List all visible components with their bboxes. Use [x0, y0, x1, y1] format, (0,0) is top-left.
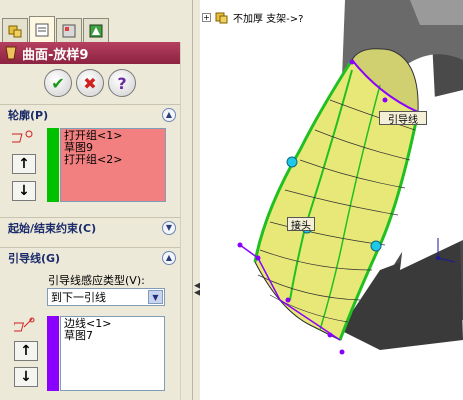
tab-configuration-manager[interactable]: [56, 18, 82, 42]
profile-selection-icon: [9, 130, 34, 147]
influence-type-select[interactable]: 到下一引线 ▼: [47, 288, 165, 306]
tab-property-manager[interactable]: [29, 16, 55, 42]
list-item[interactable]: 打开组<2>: [64, 154, 162, 166]
collapse-up-icon[interactable]: ▲: [162, 107, 176, 122]
influence-type-label: 引导线感应类型(V):: [48, 274, 145, 287]
profile-section-header[interactable]: 轮廓(P) ▲: [0, 104, 180, 124]
start-end-section-title: 起始/结束约束(C): [8, 221, 97, 235]
ok-button[interactable]: ✔: [44, 69, 72, 97]
guide-callout[interactable]: 引导线: [379, 111, 427, 126]
guide-section-title: 引导线(G): [8, 251, 61, 265]
part-icon: [215, 12, 228, 23]
guide-curves-section: 引导线(G) ▲ 引导线感应类型(V): 到下一引线 ▼ ↑ ↓ 边线<1> 草…: [0, 247, 180, 400]
model-view: [237, 0, 463, 355]
page-title: 曲面-放样9: [22, 47, 89, 63]
guide-curves-list[interactable]: 边线<1> 草图7: [60, 316, 165, 391]
move-down-button[interactable]: ↓: [12, 181, 36, 201]
profile-color-marker: [47, 128, 59, 202]
dimxpert-icon: [89, 24, 103, 37]
connector-callout[interactable]: 接头: [287, 217, 315, 232]
list-item[interactable]: 草图7: [64, 330, 161, 342]
graphics-viewport[interactable]: 引导线 接头 + 不加厚 支架->?: [200, 0, 463, 400]
expand-plus-icon[interactable]: +: [202, 13, 211, 22]
move-up-button[interactable]: ↑: [12, 154, 36, 174]
feature-tree-icon: [8, 25, 22, 37]
action-button-row: ✔ ✖ ?: [0, 66, 180, 100]
start-end-constraint-section: 起始/结束约束(C) ▼: [0, 217, 180, 241]
property-manager-icon: [35, 23, 49, 36]
panel-scrollbar[interactable]: [180, 42, 192, 400]
splitter-handle-icon[interactable]: ◀ ◀: [194, 282, 201, 298]
tab-feature-manager[interactable]: [2, 18, 28, 42]
tree-item-label: 不加厚 支架->?: [233, 14, 304, 25]
move-down-button[interactable]: ↓: [14, 367, 38, 387]
panel-splitter[interactable]: ◀ ◀: [193, 0, 201, 400]
property-manager-panel: 曲面-放样9 ✔ ✖ ? 轮廓(P) ▲ ↑ ↓ 打开组<1> 草图9 打开组<…: [0, 0, 193, 400]
configuration-icon: [62, 24, 76, 37]
manager-tab-bar: [0, 0, 192, 42]
profile-section-title: 轮廓(P): [8, 108, 49, 122]
profile-list[interactable]: 打开组<1> 草图9 打开组<2>: [60, 128, 166, 202]
property-manager-header: 曲面-放样9: [0, 42, 180, 64]
expand-down-icon[interactable]: ▼: [162, 220, 176, 235]
cancel-button[interactable]: ✖: [76, 69, 104, 97]
guide-color-marker: [47, 316, 59, 391]
profile-section: 轮廓(P) ▲ ↑ ↓ 打开组<1> 草图9 打开组<2>: [0, 104, 180, 214]
help-button[interactable]: ?: [108, 69, 136, 97]
start-end-section-header[interactable]: 起始/结束约束(C) ▼: [0, 217, 180, 237]
flyout-tree-item[interactable]: + 不加厚 支架->?: [202, 10, 303, 25]
loft-surface-icon: [5, 46, 17, 60]
guide-section-header[interactable]: 引导线(G) ▲: [0, 247, 180, 267]
chevron-down-icon[interactable]: ▼: [148, 290, 163, 304]
move-up-button[interactable]: ↑: [14, 341, 38, 361]
influence-type-value: 到下一引线: [51, 291, 106, 304]
tab-dimxpert-manager[interactable]: [83, 18, 109, 42]
guide-selection-icon: [11, 317, 36, 336]
collapse-up-icon[interactable]: ▲: [162, 250, 176, 265]
